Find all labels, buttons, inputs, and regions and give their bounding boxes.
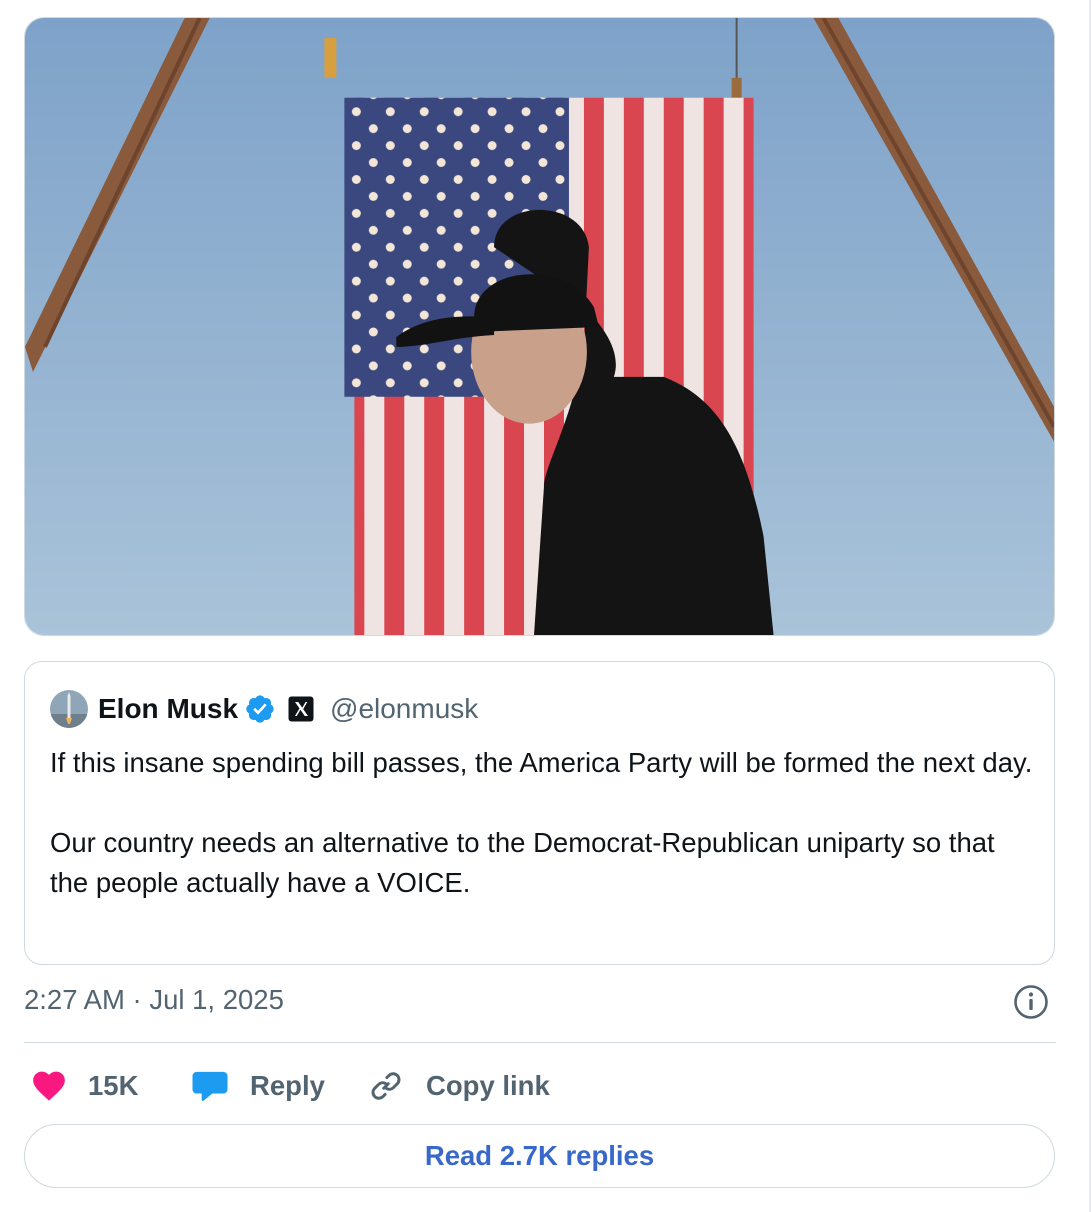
author-handle[interactable]: @elonmusk	[330, 693, 478, 725]
tweet-timestamp[interactable]: 2:27 AM · Jul 1, 2025	[24, 984, 284, 1016]
author-name[interactable]: Elon Musk	[98, 693, 238, 725]
like-button[interactable]: 15K	[30, 1064, 138, 1108]
link-icon	[371, 1072, 401, 1100]
copy-link-button[interactable]: Copy link	[368, 1064, 550, 1108]
x-logo-icon	[288, 696, 314, 722]
quoted-tweet-paragraph: If this insane spending bill passes, the…	[50, 747, 1033, 778]
read-replies-label: Read 2.7K replies	[424, 1140, 655, 1171]
verified-badge-icon	[246, 695, 274, 723]
media-photo	[25, 18, 1054, 635]
info-icon[interactable]	[1012, 983, 1050, 1021]
quoted-tweet-header: Elon Musk @elonmusk	[50, 689, 478, 729]
read-replies-button[interactable]: Read 2.7K replies	[24, 1124, 1055, 1188]
heart-icon	[33, 1071, 65, 1101]
author-avatar[interactable]	[50, 690, 88, 728]
reply-button[interactable]: Reply	[190, 1064, 325, 1108]
reply-label: Reply	[250, 1070, 325, 1101]
quoted-tweet-card[interactable]: Elon Musk @elonmusk If this insane spend…	[24, 661, 1055, 965]
speech-bubble-icon	[192, 1071, 228, 1101]
divider	[24, 1042, 1056, 1043]
like-count: 15K	[88, 1070, 139, 1101]
quoted-tweet-text: If this insane spending bill passes, the…	[50, 743, 1040, 903]
quoted-tweet-paragraph: Our country needs an alternative to the …	[50, 827, 995, 898]
copy-link-label: Copy link	[426, 1070, 550, 1101]
tweet-media-image[interactable]	[24, 17, 1055, 636]
rocket-launch-avatar-icon	[50, 690, 88, 728]
